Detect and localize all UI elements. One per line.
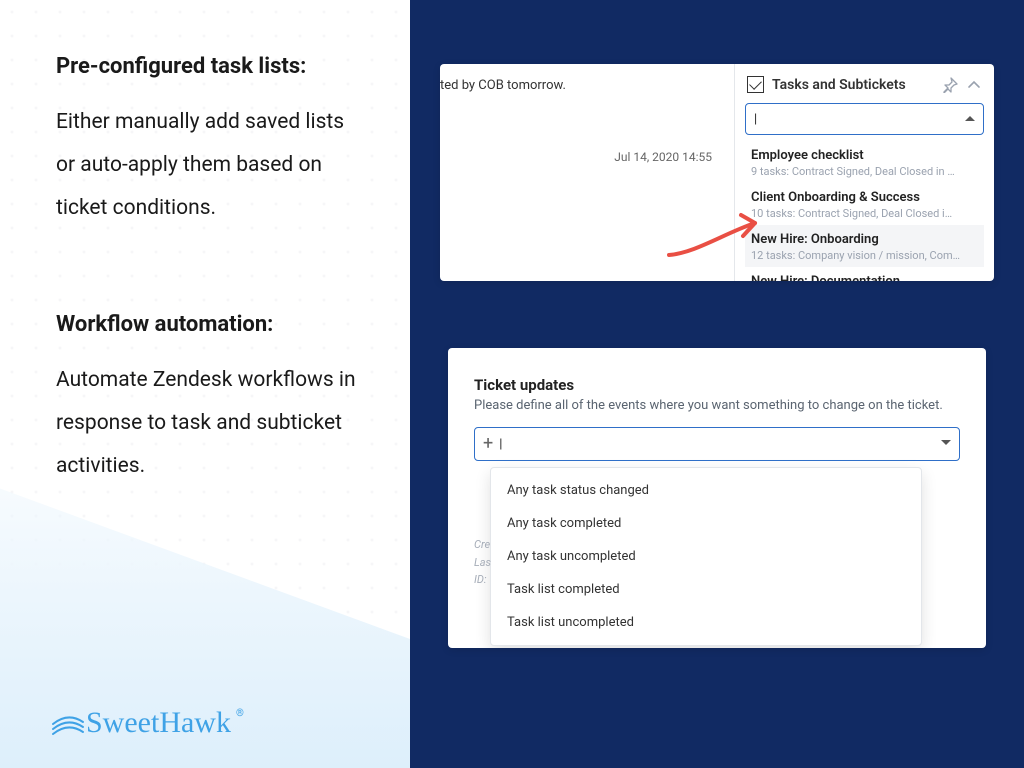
- brand-wordmark: SweetHawk: [86, 706, 231, 739]
- event-option[interactable]: Any task completed: [491, 507, 921, 540]
- panel-title: Tasks and Subtickets: [772, 77, 906, 93]
- event-option[interactable]: Task list uncompleted: [491, 606, 921, 639]
- event-option[interactable]: Any task status changed: [491, 474, 921, 507]
- feature-title: Workflow automation:: [56, 310, 360, 341]
- feature-title: Pre-configured task lists:: [56, 52, 360, 83]
- feature-body: Automate Zendesk workflows in response t…: [56, 359, 360, 488]
- task-list-dropdown: Employee checklist 9 tasks: Contract Sig…: [745, 141, 984, 281]
- events-dropdown: Any task status changed Any task complet…: [490, 467, 922, 646]
- plus-icon: +: [483, 435, 493, 453]
- task-list-option[interactable]: New Hire: Onboarding 12 tasks: Company v…: [745, 225, 984, 267]
- ticket-updates-card: Ticket updates Please define all of the …: [448, 348, 986, 648]
- combobox-cursor: |: [499, 437, 502, 452]
- chevron-up-icon[interactable]: [966, 77, 982, 93]
- event-option[interactable]: Any task uncompleted: [491, 540, 921, 573]
- feature-body: Either manually add saved lists or auto-…: [56, 101, 360, 230]
- brand-logo: SweetHawk ®: [50, 702, 250, 742]
- task-list-option[interactable]: New Hire: Documentation: [745, 267, 984, 281]
- record-meta: Cre Las ID:: [474, 536, 491, 589]
- section-description: Please define all of the events where yo…: [474, 398, 960, 413]
- chevron-up-icon: [965, 116, 975, 121]
- task-list-option[interactable]: Client Onboarding & Success 10 tasks: Co…: [745, 183, 984, 225]
- pin-icon[interactable]: [942, 77, 958, 93]
- feature-block-1: Pre-configured task lists: Either manual…: [56, 52, 360, 230]
- chevron-up-icon: [941, 440, 951, 445]
- combobox-cursor: |: [754, 112, 757, 127]
- checkbox-icon: [747, 76, 764, 93]
- events-combobox[interactable]: + |: [474, 427, 960, 461]
- section-heading: Ticket updates: [474, 376, 960, 394]
- feature-block-2: Workflow automation: Automate Zendesk wo…: [56, 310, 360, 488]
- svg-text:®: ®: [236, 707, 244, 719]
- task-list-combobox[interactable]: |: [745, 103, 984, 135]
- timestamp: Jul 14, 2020 14:55: [614, 150, 712, 164]
- task-list-option[interactable]: Employee checklist 9 tasks: Contract Sig…: [745, 141, 984, 183]
- event-option[interactable]: Task list completed: [491, 573, 921, 606]
- tasks-subtickets-panel: ted by COB tomorrow. Jul 14, 2020 14:55 …: [440, 64, 994, 281]
- message-fragment: ted by COB tomorrow.: [440, 78, 716, 93]
